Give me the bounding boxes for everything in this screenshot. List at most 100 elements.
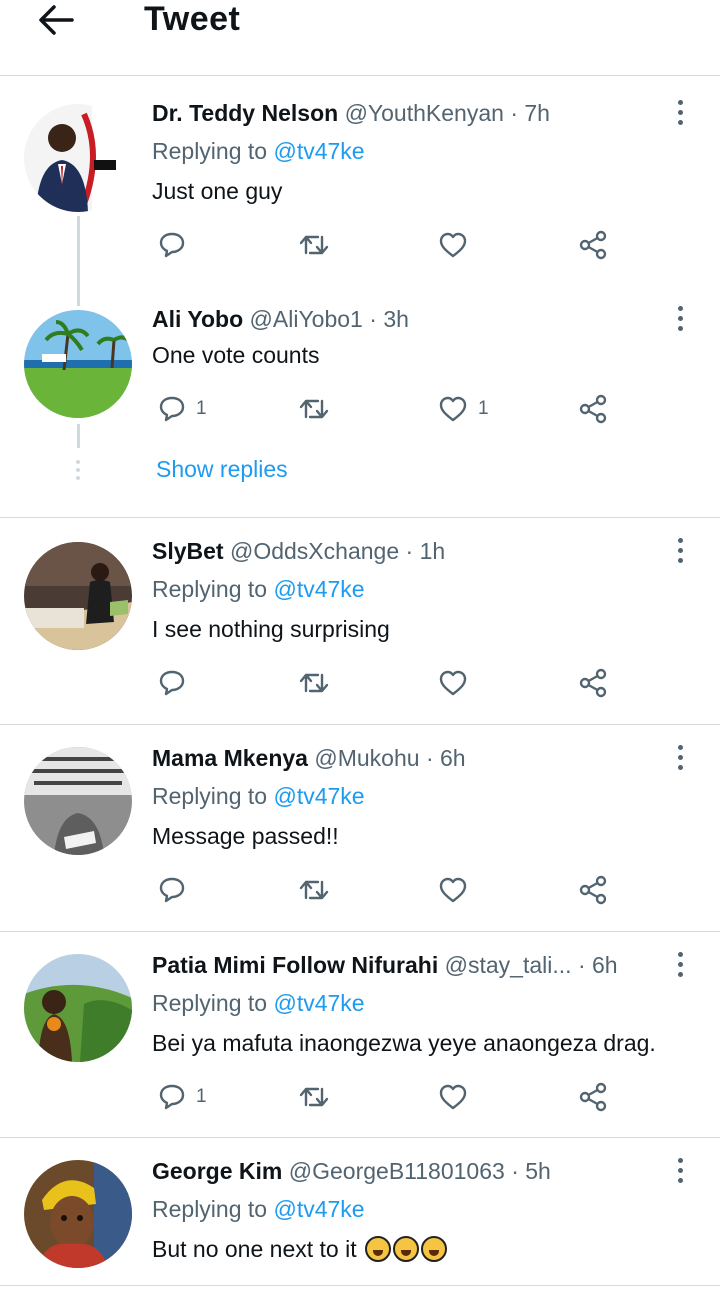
tweet-meta: Mama Mkenya @Mukohu · 6h xyxy=(152,745,466,772)
mention-link[interactable]: @tv47ke xyxy=(273,783,364,809)
tweet-text: But no one next to it xyxy=(152,1236,447,1263)
avatar[interactable] xyxy=(24,310,132,418)
replying-to: Replying to @tv47ke xyxy=(152,783,365,810)
reply-button[interactable] xyxy=(158,873,196,907)
retweet-button[interactable] xyxy=(298,392,330,426)
share-button[interactable] xyxy=(578,873,608,907)
back-arrow-icon[interactable] xyxy=(36,2,76,38)
tweet-actions xyxy=(152,873,632,907)
more-options-icon[interactable] xyxy=(672,100,688,130)
tweet: George Kim @GeorgeB11801063 · 5h Replyin… xyxy=(0,1138,720,1286)
timestamp[interactable]: 1h xyxy=(420,538,446,564)
reply-count: 1 xyxy=(196,1086,207,1107)
share-icon xyxy=(579,230,607,260)
timestamp[interactable]: 3h xyxy=(383,306,409,332)
retweet-icon xyxy=(299,399,329,419)
timestamp[interactable]: 6h xyxy=(440,745,466,771)
like-button[interactable]: 1 xyxy=(438,392,489,426)
mention-link[interactable]: @tv47ke xyxy=(273,138,364,164)
more-options-icon[interactable] xyxy=(672,306,688,336)
retweet-button[interactable] xyxy=(298,1080,330,1114)
thread-block: Dr. Teddy Nelson @YouthKenyan · 7h Reply… xyxy=(0,76,720,518)
laughing-emoji-icon xyxy=(364,1236,391,1262)
retweet-icon xyxy=(299,880,329,900)
retweet-button[interactable] xyxy=(298,228,330,262)
share-icon xyxy=(579,1082,607,1112)
user-handle[interactable]: @GeorgeB11801063 xyxy=(289,1158,505,1184)
reply-button[interactable] xyxy=(158,666,196,700)
heart-icon xyxy=(439,1084,467,1110)
retweet-button[interactable] xyxy=(298,873,330,907)
user-handle[interactable]: @OddsXchange xyxy=(230,538,399,564)
more-options-icon[interactable] xyxy=(672,1158,688,1188)
timestamp[interactable]: 6h xyxy=(592,952,618,978)
tweet: Mama Mkenya @Mukohu · 6h Replying to @tv… xyxy=(0,725,720,932)
user-handle[interactable]: @stay_tali... xyxy=(445,952,572,978)
user-handle[interactable]: @YouthKenyan xyxy=(345,100,504,126)
user-handle[interactable]: @AliYobo1 xyxy=(250,306,363,332)
heart-icon xyxy=(439,670,467,696)
separator-dot: · xyxy=(510,100,518,126)
reply-count: 1 xyxy=(196,398,207,419)
display-name[interactable]: Mama Mkenya xyxy=(152,745,308,771)
avatar[interactable] xyxy=(24,104,132,212)
page-title: Tweet xyxy=(144,0,241,38)
avatar[interactable] xyxy=(24,542,132,650)
like-button[interactable] xyxy=(438,873,478,907)
mention-link[interactable]: @tv47ke xyxy=(273,1196,364,1222)
mention-link[interactable]: @tv47ke xyxy=(273,576,364,602)
retweet-icon xyxy=(299,673,329,693)
share-button[interactable] xyxy=(578,666,608,700)
display-name[interactable]: Ali Yobo xyxy=(152,306,243,332)
heart-icon xyxy=(439,232,467,258)
share-icon xyxy=(579,668,607,698)
timestamp[interactable]: 5h xyxy=(525,1158,551,1184)
share-button[interactable] xyxy=(578,1080,608,1114)
more-options-icon[interactable] xyxy=(672,745,688,775)
tweet-meta: Dr. Teddy Nelson @YouthKenyan · 7h xyxy=(152,100,550,127)
thread-connector xyxy=(77,216,80,306)
separator-dot: · xyxy=(405,538,414,564)
tweet-meta: SlyBet @OddsXchange · 1h xyxy=(152,538,445,565)
tweet-actions xyxy=(152,666,632,700)
show-replies-link[interactable]: Show replies xyxy=(156,456,288,483)
mention-link[interactable]: @tv47ke xyxy=(273,990,364,1016)
more-options-icon[interactable] xyxy=(672,952,688,982)
timestamp[interactable]: 7h xyxy=(524,100,550,126)
tweet-text: Just one guy xyxy=(152,178,283,204)
reply-button[interactable] xyxy=(158,228,196,262)
more-options-icon[interactable] xyxy=(672,538,688,568)
reply-icon xyxy=(159,396,185,422)
reply-icon xyxy=(159,877,185,903)
share-icon xyxy=(579,394,607,424)
separator-dot: · xyxy=(369,306,377,332)
like-button[interactable] xyxy=(438,666,478,700)
user-handle[interactable]: @Mukohu xyxy=(314,745,419,771)
display-name[interactable]: George Kim xyxy=(152,1158,282,1184)
share-button[interactable] xyxy=(578,228,608,262)
tweet-actions xyxy=(152,228,632,262)
heart-icon xyxy=(439,877,467,903)
like-button[interactable] xyxy=(438,228,478,262)
display-name[interactable]: Patia Mimi Follow Nifurahi xyxy=(152,952,438,978)
tweet-text: One vote counts xyxy=(152,342,320,368)
like-count: 1 xyxy=(478,398,489,419)
avatar[interactable] xyxy=(24,1160,132,1268)
replying-prefix: Replying to xyxy=(152,990,268,1016)
tweet-text: Bei ya mafuta inaongezwa yeye anaongeza … xyxy=(152,1030,656,1056)
replying-to: Replying to @tv47ke xyxy=(152,138,365,165)
avatar[interactable] xyxy=(24,954,132,1062)
reply-button[interactable]: 1 xyxy=(158,392,207,426)
reply-button[interactable]: 1 xyxy=(158,1080,207,1114)
share-icon xyxy=(579,875,607,905)
like-button[interactable] xyxy=(438,1080,478,1114)
tweet-actions: 1 1 xyxy=(152,392,632,426)
separator-dot: · xyxy=(425,745,434,771)
retweet-button[interactable] xyxy=(298,666,330,700)
top-bar: Tweet xyxy=(0,0,720,76)
display-name[interactable]: SlyBet xyxy=(152,538,224,564)
avatar[interactable] xyxy=(24,747,132,855)
replying-prefix: Replying to xyxy=(152,1196,268,1222)
display-name[interactable]: Dr. Teddy Nelson xyxy=(152,100,338,126)
share-button[interactable] xyxy=(578,392,608,426)
